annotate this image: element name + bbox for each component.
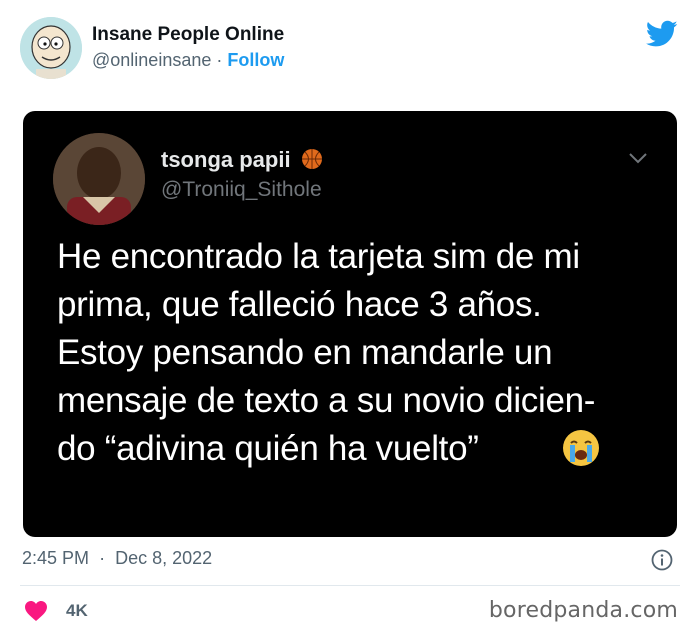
author-handle-row: @onlineinsane · Follow: [92, 50, 284, 71]
tweet-date: Dec 8, 2022: [115, 548, 213, 568]
separator-dot: ·: [99, 548, 106, 568]
like-count: 4K: [66, 601, 88, 620]
author-display-name[interactable]: Insane People Online: [92, 24, 284, 46]
tweet-timestamp[interactable]: 2:45 PM · Dec 8, 2022: [22, 548, 212, 569]
tweet-header: Insane People Online @onlineinsane · Follo…: [0, 0, 700, 100]
divider: [20, 585, 680, 586]
twitter-bird-icon[interactable]: [646, 20, 678, 48]
author-avatar[interactable]: [20, 17, 82, 79]
basketball-emoji: [301, 149, 322, 169]
chevron-down-icon: [629, 153, 647, 164]
crying-face-emoji: [563, 430, 599, 466]
separator-dot: ·: [216, 50, 223, 70]
watermark: boredpanda.com: [488, 598, 678, 623]
like-action[interactable]: 4K: [24, 600, 88, 622]
info-icon[interactable]: [651, 549, 673, 571]
embedded-handle: @Troniiq_Sithole: [161, 178, 322, 201]
author-handle[interactable]: @onlineinsane: [92, 50, 211, 70]
tweet-line: Estoy pensando en mandarle un: [57, 333, 553, 372]
embedded-tweet-image: tsonga papii @Troniiq_Sithole He encontr…: [23, 111, 677, 537]
tweet-line: prima, que falleció hace 3 años.: [57, 285, 542, 324]
tweet-line: mensaje de texto a su novio dicien-: [57, 381, 596, 420]
embedded-display-name: tsonga papii: [161, 147, 323, 173]
embedded-display-name-text: tsonga papii: [161, 147, 291, 172]
heart-icon[interactable]: [24, 600, 48, 622]
follow-button[interactable]: Follow: [227, 50, 284, 70]
embedded-author-avatar: [53, 133, 145, 225]
tweet-time: 2:45 PM: [22, 548, 90, 568]
tweet-line: He encontrado la tarjeta sim de mi: [57, 237, 580, 276]
